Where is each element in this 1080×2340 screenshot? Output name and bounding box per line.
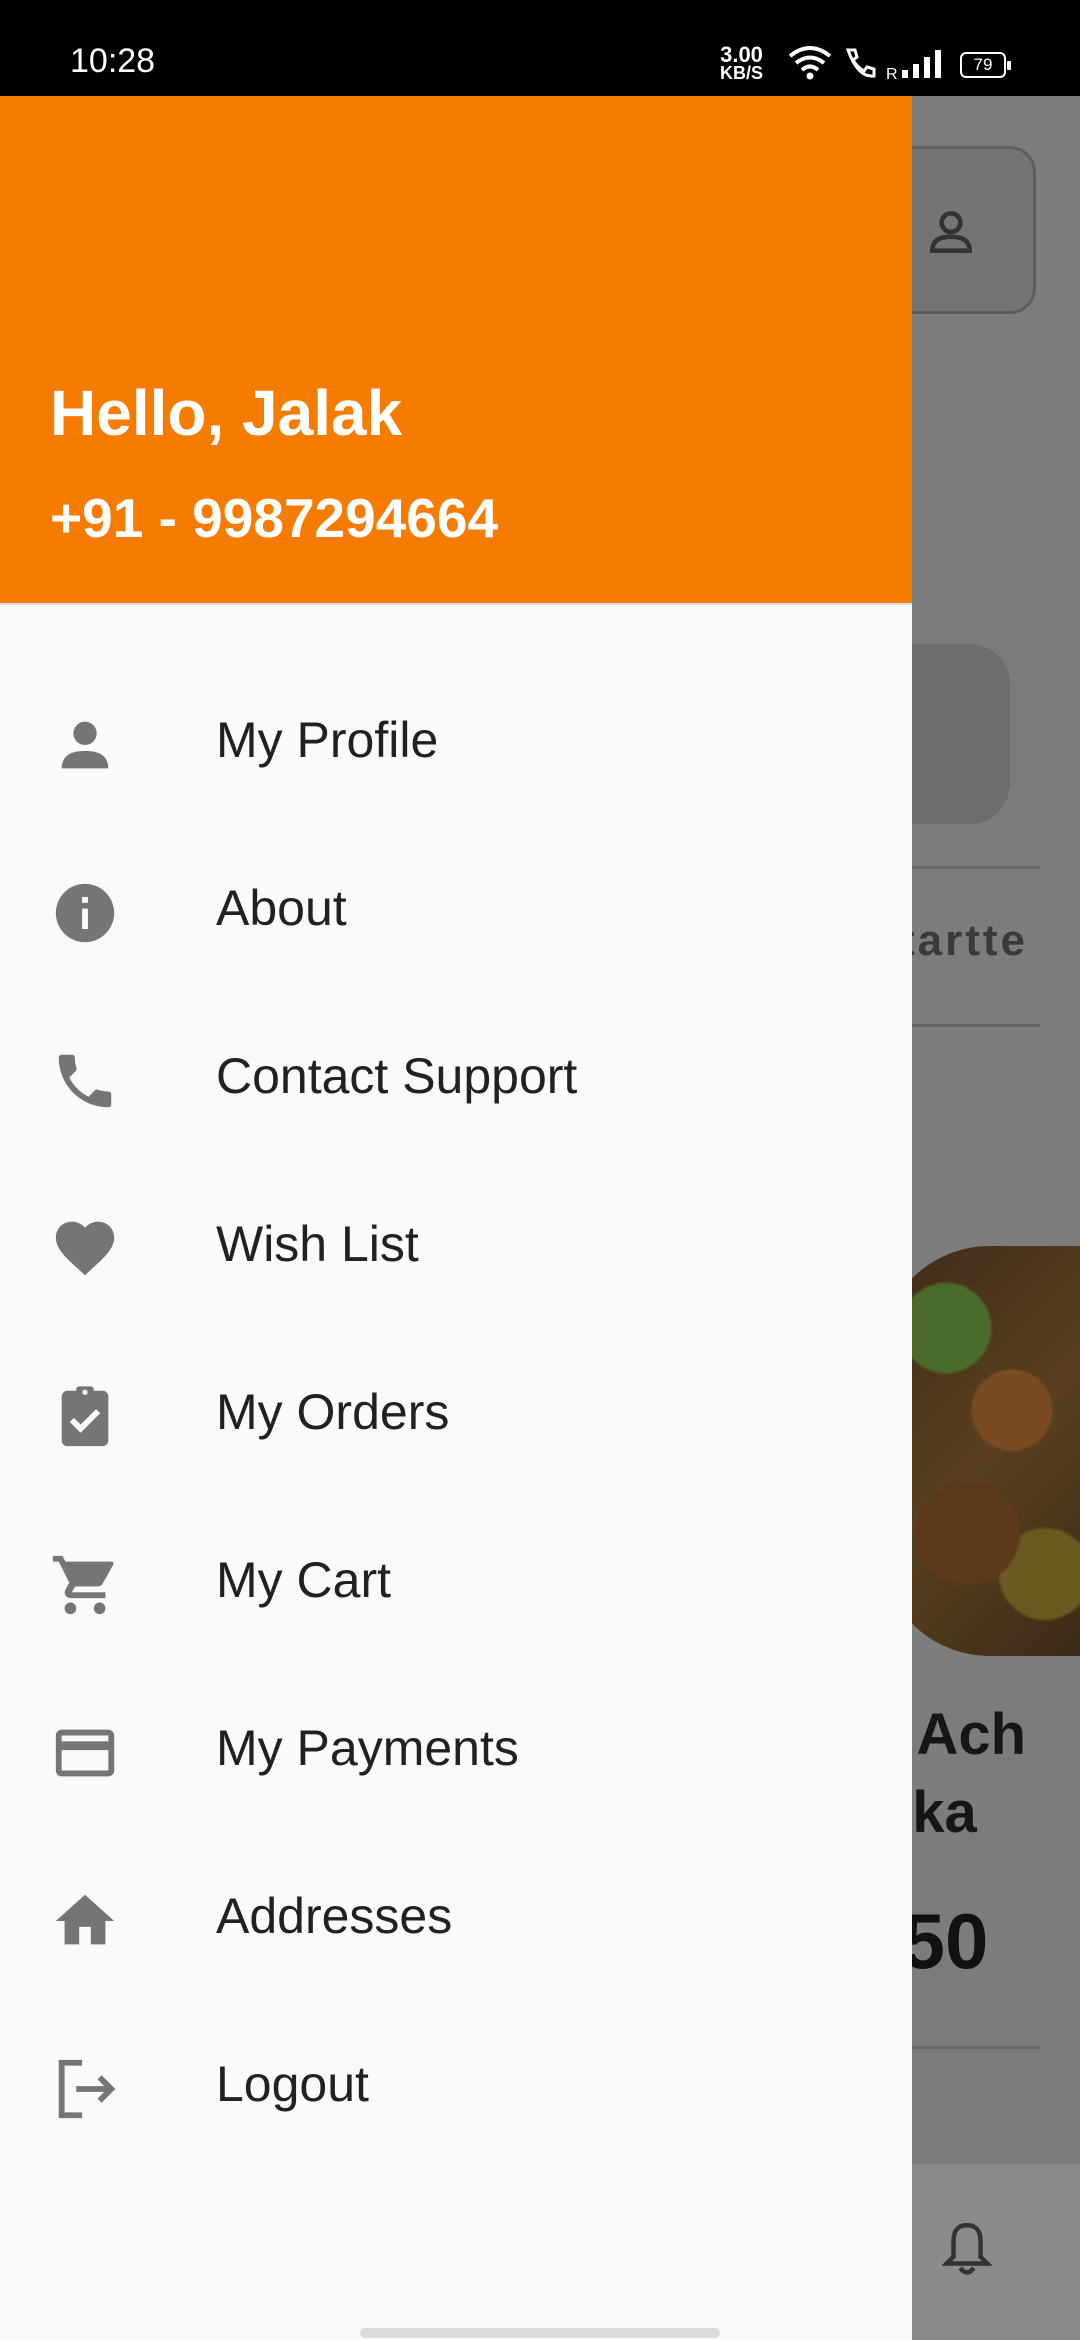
user-phone: +91 - 9987294664	[50, 487, 499, 549]
navigation-drawer: Hello, Jalak +91 - 9987294664 My Profile…	[0, 96, 912, 2340]
home-indicator[interactable]	[360, 2328, 720, 2338]
bell-icon	[940, 2220, 994, 2285]
menu-item-label: My Cart	[216, 1552, 391, 1608]
divider	[890, 2046, 1040, 2049]
menu-item-addresses[interactable]: Addresses	[0, 1862, 912, 2030]
phone-icon	[50, 1046, 120, 1116]
menu-item-my-orders[interactable]: My Orders	[0, 1358, 912, 1526]
person-icon	[50, 710, 120, 780]
menu-item-about[interactable]: About	[0, 854, 912, 1022]
divider	[890, 1024, 1040, 1027]
header-divider	[0, 603, 912, 605]
network-speed: 3.00 KB/S	[720, 42, 764, 83]
status-bar: 10:28 3.00 KB/S R 79	[0, 0, 1080, 96]
menu-item-label: Logout	[216, 2056, 369, 2112]
bottom-navigation	[910, 2164, 1080, 2340]
wifi-icon	[788, 46, 832, 85]
wifi-call-icon	[842, 46, 878, 85]
menu-item-label: My Orders	[216, 1384, 450, 1440]
drawer-menu: My Profile About Contact Support Wish Li…	[0, 686, 912, 2198]
battery-icon: 79	[960, 52, 1011, 78]
heart-icon	[50, 1214, 120, 1284]
signal-icon	[900, 48, 944, 85]
menu-item-label: Addresses	[216, 1888, 453, 1944]
logout-icon	[50, 2054, 120, 2124]
info-icon	[50, 878, 120, 948]
menu-item-label: My Payments	[216, 1720, 519, 1776]
menu-item-label: My Profile	[216, 712, 439, 768]
menu-item-my-profile[interactable]: My Profile	[0, 686, 912, 854]
drawer-header: Hello, Jalak +91 - 9987294664	[0, 96, 912, 603]
category-tab: tartte	[900, 916, 1029, 965]
menu-item-label: Wish List	[216, 1216, 419, 1272]
menu-item-contact-support[interactable]: Contact Support	[0, 1022, 912, 1190]
divider	[890, 866, 1040, 869]
status-time: 10:28	[70, 42, 156, 80]
person-outline-icon	[929, 211, 973, 253]
cart-icon	[50, 1550, 120, 1620]
credit-card-icon	[50, 1718, 120, 1788]
home-icon	[50, 1886, 120, 1956]
user-greeting: Hello, Jalak	[50, 377, 403, 449]
menu-item-logout[interactable]: Logout	[0, 2030, 912, 2198]
menu-item-my-cart[interactable]: My Cart	[0, 1526, 912, 1694]
menu-item-my-payments[interactable]: My Payments	[0, 1694, 912, 1862]
roaming-indicator: R	[886, 66, 898, 83]
menu-item-label: Contact Support	[216, 1048, 578, 1104]
menu-item-label: About	[216, 880, 347, 936]
clipboard-check-icon	[50, 1382, 120, 1452]
menu-item-wish-list[interactable]: Wish List	[0, 1190, 912, 1358]
